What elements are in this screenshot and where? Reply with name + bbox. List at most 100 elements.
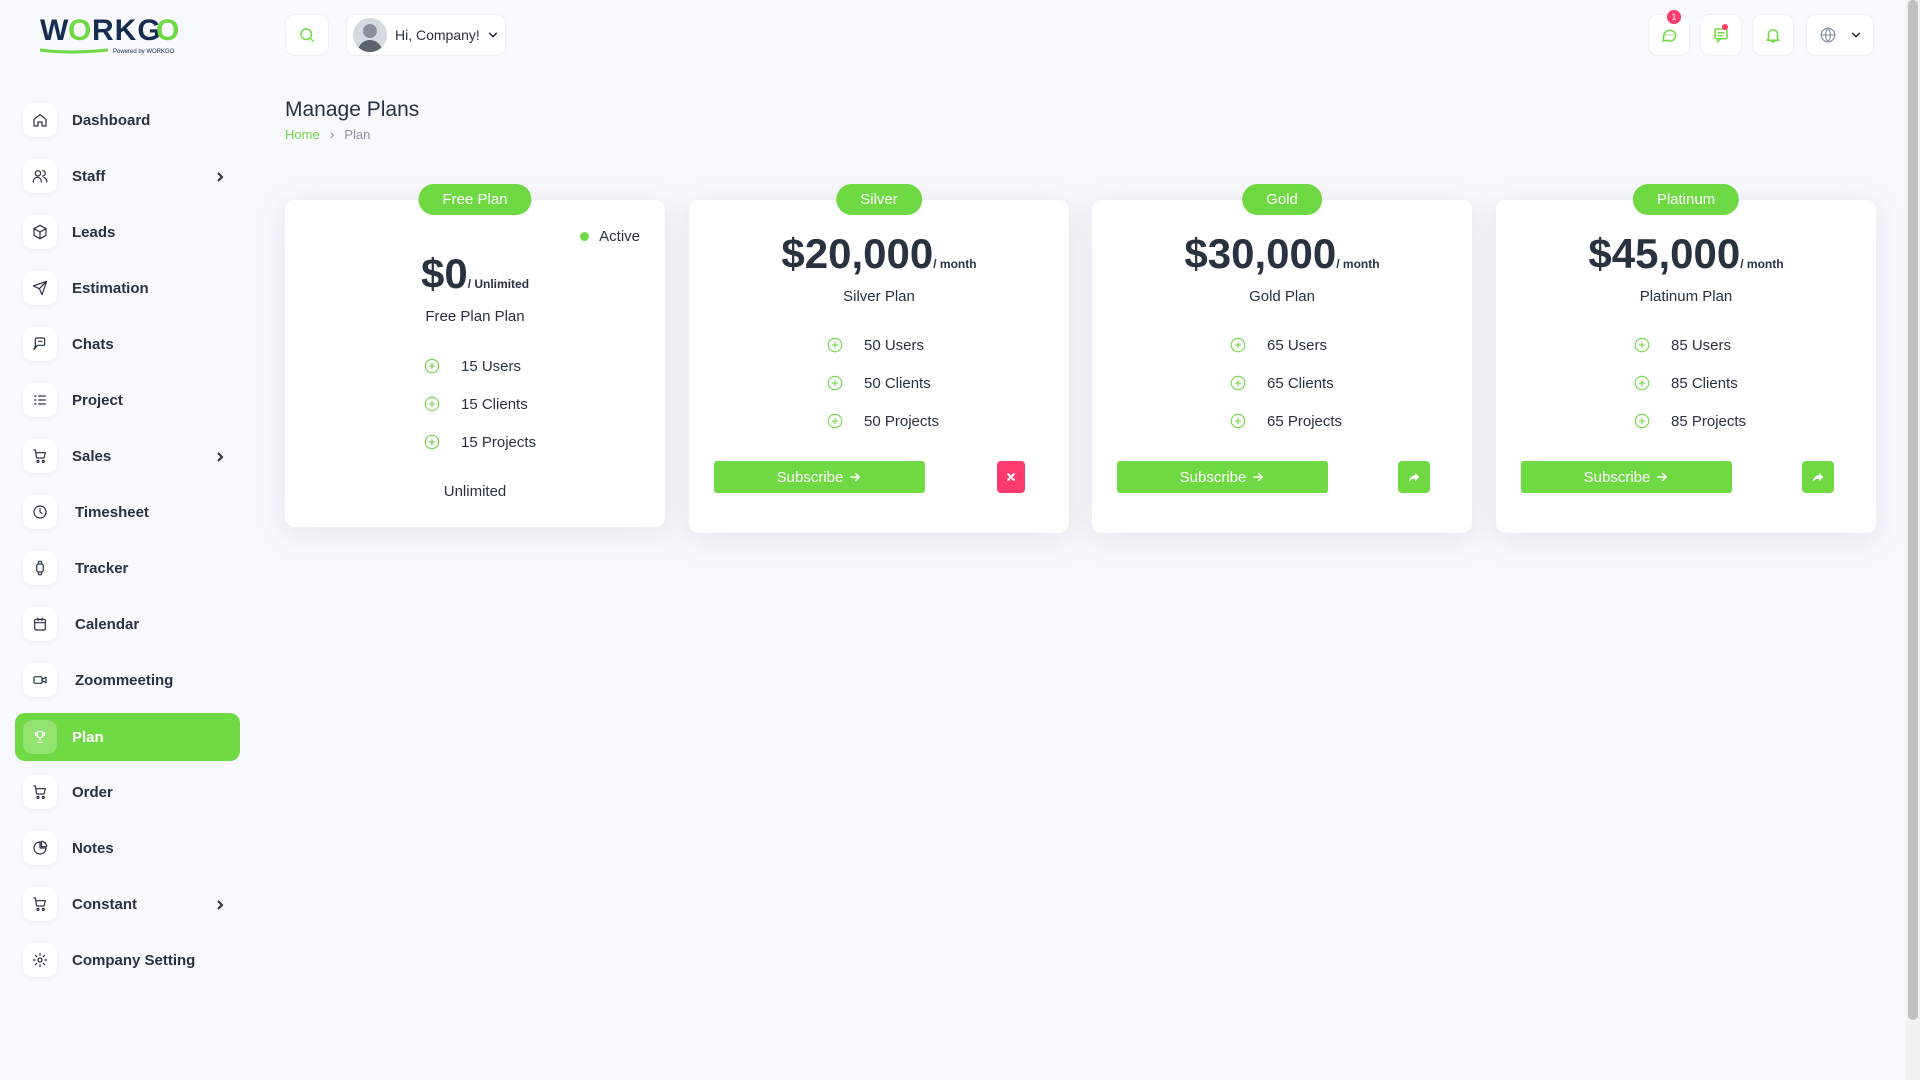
plan-card-silver: Silver $20,000/ month Silver Plan 50 Use… — [689, 184, 1069, 533]
video-icon — [23, 663, 57, 697]
sidebar-item-chats[interactable]: Chats — [15, 320, 240, 368]
pie-icon — [23, 831, 57, 865]
feature-item: 65 Users — [1229, 336, 1327, 354]
scrollbar-thumb[interactable] — [1908, 0, 1918, 1020]
breadcrumb-home-link[interactable]: Home — [285, 127, 320, 142]
sidebar-item-calendar[interactable]: Calendar — [15, 600, 240, 648]
feature-item: 50 Projects — [826, 412, 939, 430]
plus-circle-icon — [1633, 336, 1651, 354]
avatar — [353, 18, 387, 52]
feature-label: 15 Projects — [461, 433, 537, 451]
plan-badge: Gold — [1242, 184, 1322, 215]
chat-icon — [23, 327, 57, 361]
plus-circle-icon — [1633, 412, 1651, 430]
plan-duration: Unlimited — [443, 483, 507, 500]
notification-dot — [1722, 24, 1728, 30]
sidebar-item-dashboard[interactable]: Dashboard — [15, 96, 240, 144]
sidebar-item-plan[interactable]: Plan — [15, 713, 240, 761]
close-icon — [1007, 473, 1015, 481]
sidebar-item-label: Calendar — [75, 615, 140, 633]
sidebar-item-leads[interactable]: Leads — [15, 208, 240, 256]
search-button[interactable] — [285, 14, 329, 56]
sidebar-item-project[interactable]: Project — [15, 376, 240, 424]
language-button[interactable] — [1806, 14, 1874, 56]
sidebar-item-label: Sales — [72, 447, 112, 465]
plan-badge: Platinum — [1632, 184, 1740, 215]
plan-price-row: $20,000/ month — [689, 230, 1069, 278]
workgo-logo[interactable]: W O RKG O Powered by WORKGO — [38, 10, 218, 58]
notifications-button[interactable] — [1752, 14, 1794, 56]
sidebar-item-label: Zoommeeting — [75, 671, 174, 689]
feature-item: 85 Users — [1633, 336, 1731, 354]
cart-icon — [23, 887, 57, 921]
send-icon — [23, 271, 57, 305]
subscribe-button[interactable]: Subscribe — [714, 461, 925, 493]
users-icon — [23, 159, 57, 193]
plan-card-free: Free Plan Active $0/ Unlimited Free Plan… — [285, 184, 665, 527]
page-scrollbar[interactable] — [1906, 0, 1920, 1080]
feature-label: 65 Users — [1267, 336, 1328, 354]
send-request-button[interactable] — [1398, 461, 1430, 493]
plan-name: Silver Plan — [843, 288, 915, 305]
globe-icon — [1820, 27, 1836, 43]
breadcrumb-separator-icon: › — [329, 126, 335, 142]
sidebar-item-label: Notes — [72, 839, 114, 857]
sidebar-item-constant[interactable]: Constant — [15, 880, 240, 928]
watch-icon — [23, 551, 57, 585]
messages-button[interactable]: 1 — [1648, 10, 1690, 56]
sidebar-item-label: Company Setting — [72, 951, 196, 969]
sidebar-item-label: Staff — [72, 167, 106, 185]
sidebar-item-estimation[interactable]: Estimation — [15, 264, 240, 312]
plan-name: Gold Plan — [1249, 288, 1315, 305]
arrow-right-icon — [1657, 472, 1668, 482]
feature-label: 85 Users — [1671, 336, 1732, 354]
feature-label: 50 Clients — [864, 374, 931, 392]
calendar-icon — [23, 607, 57, 641]
sidebar-item-order[interactable]: Order — [15, 768, 240, 816]
sidebar-item-label: Order — [72, 783, 113, 801]
box-icon — [23, 215, 57, 249]
feature-item: 15 Clients — [423, 395, 528, 413]
subscribe-button[interactable]: Subscribe — [1521, 461, 1732, 493]
sidebar-item-tracker[interactable]: Tracker — [15, 544, 240, 592]
feature-item: 65 Clients — [1229, 374, 1334, 392]
plan-card-platinum: Platinum $45,000/ month Platinum Plan 85… — [1496, 184, 1876, 533]
sidebar-item-notes[interactable]: Notes — [15, 824, 240, 872]
chevron-right-icon — [214, 898, 226, 910]
plus-circle-icon — [423, 433, 441, 451]
sidebar-item-company-setting[interactable]: Company Setting — [15, 936, 240, 984]
user-greeting: Hi, Company! — [395, 27, 480, 43]
sidebar-item-label: Estimation — [72, 279, 149, 297]
messages-badge: 1 — [1667, 10, 1681, 24]
trophy-icon — [23, 720, 57, 754]
arrow-right-icon — [850, 472, 861, 482]
status-dot — [580, 232, 590, 241]
home-icon — [23, 103, 57, 137]
subscribe-label: Subscribe — [1583, 468, 1651, 486]
share-icon — [1812, 472, 1824, 482]
sidebar-item-label: Leads — [72, 223, 116, 241]
arrow-right-icon — [1253, 472, 1264, 482]
breadcrumb-current: Plan — [344, 126, 371, 142]
plan-price-row: $0/ Unlimited — [285, 250, 665, 298]
user-menu-button[interactable]: Hi, Company! — [346, 14, 506, 56]
sidebar-item-label: Dashboard — [72, 111, 151, 129]
send-request-button[interactable] — [1802, 461, 1834, 493]
subscribe-button[interactable]: Subscribe — [1117, 461, 1328, 493]
status-label: Active — [599, 228, 640, 245]
sidebar-item-staff[interactable]: Staff — [15, 152, 240, 200]
subscribe-label: Subscribe — [1179, 468, 1247, 486]
plus-circle-icon — [423, 357, 441, 375]
plan-period: / month — [1740, 257, 1784, 271]
feature-label: 65 Projects — [1267, 412, 1343, 430]
feature-label: 15 Clients — [461, 395, 528, 413]
sidebar-item-zoommeeting[interactable]: Zoommeeting — [15, 656, 240, 704]
svg-text:W: W — [40, 14, 69, 47]
plan-badge: Silver — [836, 184, 922, 215]
cancel-request-button[interactable] — [997, 461, 1025, 493]
cart-icon — [23, 775, 57, 809]
sidebar-item-label: Chats — [72, 335, 114, 353]
announcements-button[interactable] — [1700, 14, 1742, 56]
sidebar-item-timesheet[interactable]: Timesheet — [15, 488, 240, 536]
sidebar-item-sales[interactable]: Sales — [15, 432, 240, 480]
